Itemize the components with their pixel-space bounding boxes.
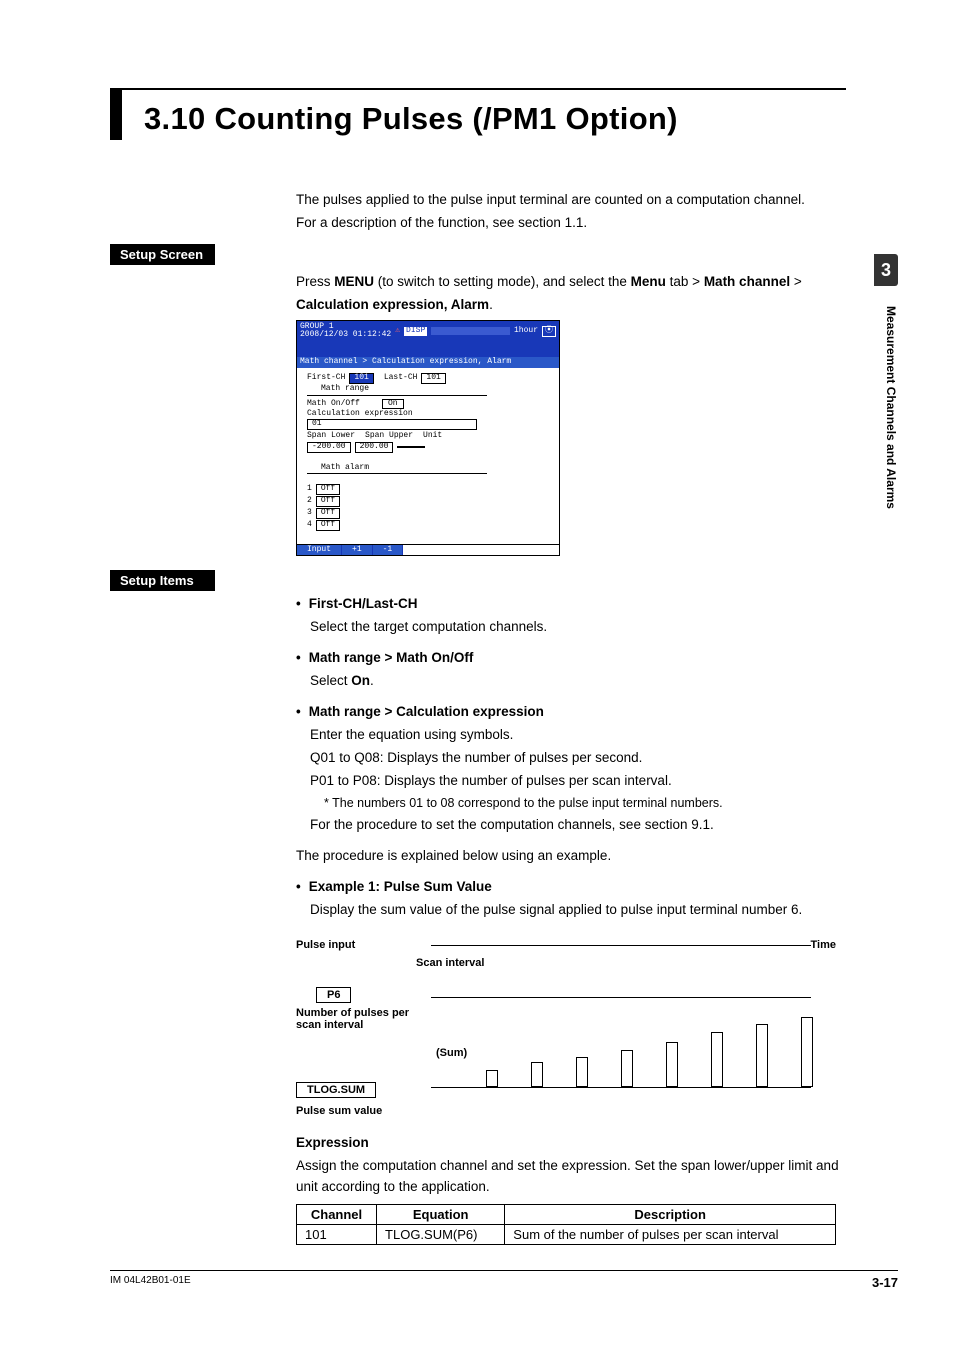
chapter-tab: 3 [874, 254, 898, 286]
first-ch-value[interactable]: 101 [349, 373, 373, 384]
item-firstlast-text: Select the target computation channels. [310, 617, 846, 638]
foot-input[interactable]: Input [297, 545, 342, 556]
chapter-side-label: Measurement Channels and Alarms [874, 300, 898, 509]
setup-screen-text: Press MENU (to switch to setting mode), … [296, 272, 846, 293]
expression-table: Channel Equation Description 101 TLOG.SU… [296, 1204, 836, 1245]
foot-minus[interactable]: -1 [373, 545, 404, 556]
item-calc-head: Math range > Calculation expression [296, 702, 846, 723]
setup-screen-text-2: Calculation expression, Alarm. [296, 295, 846, 316]
title-marker [110, 90, 122, 140]
unit-field[interactable] [397, 446, 425, 448]
footer-page: 3-17 [872, 1275, 898, 1290]
shot-breadcrumb: Math channel > Calculation expression, A… [297, 357, 559, 368]
page-title: 3.10 Counting Pulses (/PM1 Option) [144, 101, 678, 137]
last-ch-value[interactable]: 101 [421, 373, 445, 384]
device-screenshot: GROUP 1 2008/12/03 01:12:42 ⚠ DISP 1hour… [296, 320, 560, 557]
span-lower[interactable]: -200.00 [307, 442, 351, 453]
page-footer: IM 04L42B01-01E 3-17 [110, 1270, 898, 1290]
span-upper[interactable]: 200.00 [355, 442, 394, 453]
intro-line-2: For a description of the function, see s… [296, 213, 846, 234]
foot-plus[interactable]: +1 [342, 545, 373, 556]
calc-expression-field[interactable]: 01 [307, 419, 477, 430]
alarm-1[interactable]: Off [316, 484, 340, 495]
intro-line-1: The pulses applied to the pulse input te… [296, 190, 846, 211]
expression-head: Expression [296, 1133, 846, 1154]
item-onoff-head: Math range > Math On/Off [296, 648, 846, 669]
math-onoff[interactable]: On [382, 399, 404, 410]
item-onoff-text: Select On. [310, 671, 846, 692]
setup-screen-label: Setup Screen [110, 244, 215, 265]
item-firstlast-head: First-CH/Last-CH [296, 594, 846, 615]
pulse-diagram: Pulse input Time Scan interval P6 Number… [296, 927, 836, 1127]
item-example-head: Example 1: Pulse Sum Value [296, 877, 846, 898]
shot-disp: DISP [404, 327, 427, 336]
setup-items-label: Setup Items [110, 570, 215, 591]
shot-hour: 1hour [514, 327, 538, 336]
alarm-4[interactable]: Off [316, 520, 340, 531]
alarm-2[interactable]: Off [316, 496, 340, 507]
alarm-icon: ⚠ [395, 327, 400, 336]
footer-code: IM 04L42B01-01E [110, 1275, 191, 1290]
key-icon: ⦿ [542, 326, 556, 337]
shot-datetime: 2008/12/03 01:12:42 [300, 331, 391, 340]
alarm-3[interactable]: Off [316, 508, 340, 519]
